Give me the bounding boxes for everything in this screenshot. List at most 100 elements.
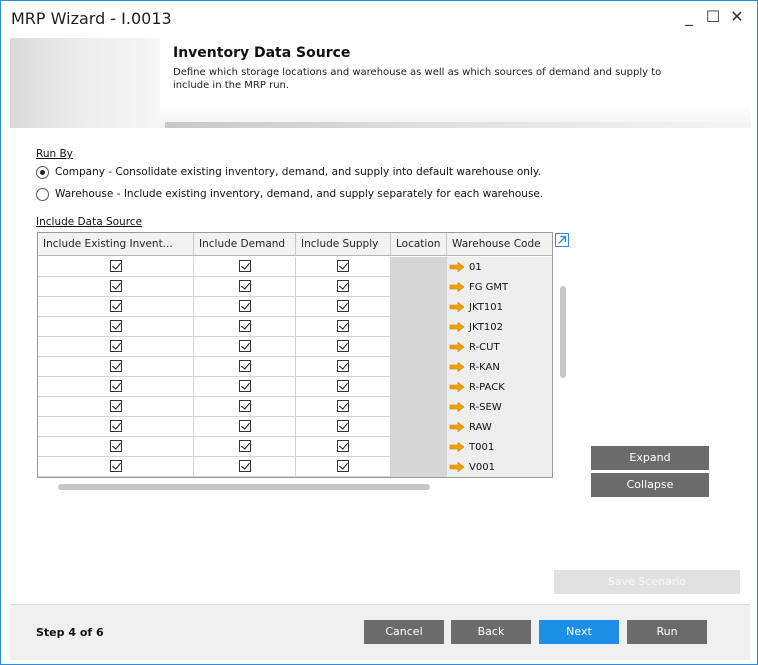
table-row[interactable]: R-KAN <box>38 357 552 377</box>
title-bar[interactable]: MRP Wizard - I.0013 _ ☐ ✕ <box>1 1 757 37</box>
cell-warehouse-code: V001 <box>447 457 552 477</box>
collapse-button[interactable]: Collapse <box>591 473 709 497</box>
inventory-checkbox[interactable] <box>109 300 122 312</box>
inventory-checkbox[interactable] <box>109 420 122 432</box>
demand-checkbox[interactable] <box>238 460 251 472</box>
table-row[interactable]: JKT101 <box>38 297 552 317</box>
demand-checkbox[interactable] <box>238 400 251 412</box>
cell-location[interactable] <box>391 317 447 337</box>
table-row[interactable]: V001 <box>38 457 552 477</box>
supply-checkbox[interactable] <box>337 340 349 352</box>
orange-arrow-icon[interactable] <box>449 282 465 292</box>
inventory-checkbox[interactable] <box>109 380 122 392</box>
warehouse-code-text: R-SEW <box>469 401 502 413</box>
supply-checkbox[interactable] <box>337 440 349 452</box>
supply-checkbox[interactable] <box>337 460 349 472</box>
back-button[interactable]: Back <box>451 620 531 644</box>
cell-location[interactable] <box>391 377 447 397</box>
inventory-checkbox[interactable] <box>109 280 122 292</box>
supply-checkbox[interactable] <box>337 420 349 432</box>
window-title: MRP Wizard - I.0013 <box>11 9 172 28</box>
orange-arrow-icon[interactable] <box>449 442 465 452</box>
cell-location[interactable] <box>391 277 447 297</box>
orange-arrow-icon[interactable] <box>449 402 465 412</box>
inventory-checkbox[interactable] <box>109 340 122 352</box>
table-row[interactable]: JKT102 <box>38 317 552 337</box>
minimize-icon[interactable]: _ <box>679 7 699 27</box>
horizontal-scrollbar[interactable] <box>58 484 430 490</box>
demand-checkbox[interactable] <box>238 340 251 352</box>
cell-warehouse-code: R-SEW <box>447 397 552 417</box>
demand-checkbox[interactable] <box>238 260 251 272</box>
data-source-grid: Include Existing Invent... Include Deman… <box>37 232 553 478</box>
radio-button-warehouse[interactable] <box>36 187 49 201</box>
col-header-demand[interactable]: Include Demand <box>194 233 296 256</box>
col-header-existing-inventory[interactable]: Include Existing Invent... <box>38 233 194 256</box>
run-button[interactable]: Run <box>627 620 707 644</box>
demand-checkbox[interactable] <box>238 420 251 432</box>
cell-location[interactable] <box>391 297 447 317</box>
cell-demand <box>194 417 296 437</box>
cell-location[interactable] <box>391 457 447 477</box>
vertical-scrollbar[interactable] <box>560 286 566 378</box>
cell-warehouse-code: T001 <box>447 437 552 457</box>
supply-checkbox[interactable] <box>337 260 349 272</box>
supply-checkbox[interactable] <box>337 400 349 412</box>
table-row[interactable]: FG GMT <box>38 277 552 297</box>
cell-location[interactable] <box>391 337 447 357</box>
table-row[interactable]: RAW <box>38 417 552 437</box>
table-row[interactable]: R-SEW <box>38 397 552 417</box>
demand-checkbox[interactable] <box>238 300 251 312</box>
supply-checkbox[interactable] <box>337 380 349 392</box>
col-header-location[interactable]: Location <box>391 233 447 256</box>
cancel-button[interactable]: Cancel <box>364 620 444 644</box>
table-row[interactable]: R-CUT <box>38 337 552 357</box>
inventory-checkbox[interactable] <box>109 460 122 472</box>
demand-checkbox[interactable] <box>238 380 251 392</box>
orange-arrow-icon[interactable] <box>449 362 465 372</box>
cell-warehouse-code: 01 <box>447 257 552 277</box>
inventory-checkbox[interactable] <box>109 360 122 372</box>
warehouse-code-text: R-PACK <box>469 381 505 393</box>
inventory-checkbox[interactable] <box>109 320 122 332</box>
orange-arrow-icon[interactable] <box>449 322 465 332</box>
orange-arrow-icon[interactable] <box>449 302 465 312</box>
cell-location[interactable] <box>391 417 447 437</box>
orange-arrow-icon[interactable] <box>449 382 465 392</box>
cell-location[interactable] <box>391 357 447 377</box>
col-header-warehouse-code[interactable]: Warehouse Code <box>447 233 552 256</box>
supply-checkbox[interactable] <box>337 320 349 332</box>
table-row[interactable]: R-PACK <box>38 377 552 397</box>
supply-checkbox[interactable] <box>337 280 349 292</box>
maximize-icon[interactable]: ☐ <box>703 7 723 27</box>
demand-checkbox[interactable] <box>238 360 251 372</box>
next-button[interactable]: Next <box>539 620 619 644</box>
inventory-checkbox[interactable] <box>109 440 122 452</box>
col-header-supply[interactable]: Include Supply <box>296 233 391 256</box>
radio-warehouse[interactable]: Warehouse - Include existing inventory, … <box>36 186 543 202</box>
inventory-checkbox[interactable] <box>109 400 122 412</box>
orange-arrow-icon[interactable] <box>449 262 465 272</box>
cell-location[interactable] <box>391 257 447 277</box>
demand-checkbox[interactable] <box>238 320 251 332</box>
radio-company[interactable]: Company - Consolidate existing inventory… <box>36 164 541 180</box>
table-row[interactable]: T001 <box>38 437 552 457</box>
cell-inventory <box>38 397 194 417</box>
cell-location[interactable] <box>391 437 447 457</box>
cell-location[interactable] <box>391 397 447 417</box>
expand-arrow-icon[interactable] <box>555 233 569 247</box>
demand-checkbox[interactable] <box>238 440 251 452</box>
inventory-checkbox[interactable] <box>109 260 122 272</box>
orange-arrow-icon[interactable] <box>449 342 465 352</box>
run-by-label: Run By <box>36 148 73 160</box>
table-row[interactable]: 01 <box>38 257 552 277</box>
radio-button-company[interactable] <box>36 165 49 179</box>
supply-checkbox[interactable] <box>337 300 349 312</box>
save-scenario-button[interactable]: Save Scenario <box>554 570 740 594</box>
expand-button[interactable]: Expand <box>591 446 709 470</box>
demand-checkbox[interactable] <box>238 280 251 292</box>
supply-checkbox[interactable] <box>337 360 349 372</box>
orange-arrow-icon[interactable] <box>449 422 465 432</box>
close-icon[interactable]: ✕ <box>727 7 747 27</box>
orange-arrow-icon[interactable] <box>449 462 465 472</box>
